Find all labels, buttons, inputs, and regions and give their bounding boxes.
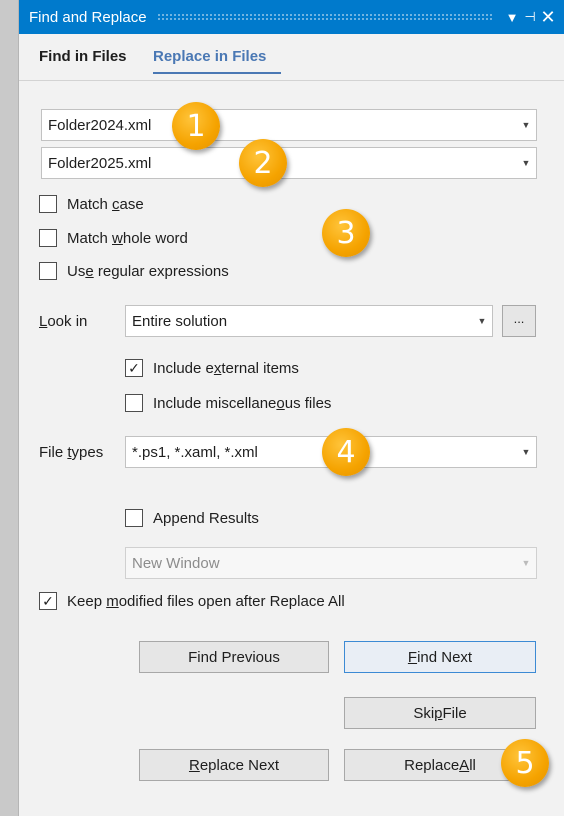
checkbox-box[interactable]	[125, 509, 143, 527]
replace-with-combo[interactable]: Folder2025.xml ▼	[41, 147, 537, 179]
look-in-value[interactable]: Entire solution	[126, 313, 472, 330]
file-types-value[interactable]: *.ps1, *.xaml, *.xml	[126, 444, 516, 461]
find-what-value[interactable]: Folder2024.xml	[42, 117, 516, 134]
include-external-items-label: Include external items	[153, 359, 299, 377]
chevron-down-icon[interactable]: ▼	[516, 120, 536, 130]
replace-next-button[interactable]: Replace Next	[139, 749, 329, 781]
checkbox-box[interactable]	[39, 195, 57, 213]
results-window-value: New Window	[132, 554, 220, 572]
callout-badge-1: 1	[172, 102, 220, 150]
match-whole-word-checkbox[interactable]: Match whole word	[39, 229, 188, 247]
chevron-down-icon: ▼	[521, 558, 531, 568]
use-regex-checkbox[interactable]: Use regular expressions	[39, 262, 229, 280]
pin-icon[interactable]: ⊣	[521, 9, 539, 25]
match-case-checkbox[interactable]: Match case	[39, 195, 144, 213]
title-bar[interactable]: Find and Replace ▼ ⊣ ✕	[19, 0, 564, 34]
checkbox-box[interactable]: ✓	[39, 592, 57, 610]
find-next-button[interactable]: Find Next	[344, 641, 536, 673]
include-external-items-checkbox[interactable]: ✓ Include external items	[125, 359, 299, 377]
close-icon[interactable]: ✕	[539, 7, 557, 28]
checkbox-box[interactable]: ✓	[125, 359, 143, 377]
results-window-combo: New Window ▼	[125, 547, 537, 579]
use-regex-label: Use regular expressions	[67, 262, 229, 280]
keep-modified-open-checkbox[interactable]: ✓ Keep modified files open after Replace…	[39, 592, 345, 610]
callout-badge-3: 3	[322, 209, 370, 257]
skip-file-button[interactable]: Ski p File	[344, 697, 536, 729]
chevron-down-icon[interactable]: ▼	[472, 316, 492, 326]
active-tab-indicator	[153, 72, 281, 74]
browse-button[interactable]: ...	[502, 305, 536, 337]
match-whole-word-label: Match whole word	[67, 229, 188, 247]
callout-badge-5: 5	[501, 739, 549, 787]
keep-modified-open-label: Keep modified files open after Replace A…	[67, 592, 345, 610]
append-results-checkbox[interactable]: Append Results	[125, 509, 259, 527]
checkbox-box[interactable]	[39, 262, 57, 280]
chevron-down-icon[interactable]: ▼	[516, 447, 536, 457]
tab-divider	[19, 80, 564, 81]
find-replace-panel: Find and Replace ▼ ⊣ ✕ Find in Files Rep…	[18, 0, 564, 816]
append-results-label: Append Results	[153, 509, 259, 527]
drag-grip[interactable]	[156, 13, 493, 21]
callout-badge-4: 4	[322, 428, 370, 476]
tab-replace-in-files[interactable]: Replace in Files	[153, 48, 266, 65]
window-title: Find and Replace	[29, 8, 147, 26]
include-misc-files-label: Include miscellaneous files	[153, 394, 332, 412]
match-case-label: Match case	[67, 195, 144, 213]
callout-badge-2: 2	[239, 139, 287, 187]
look-in-label: Look in	[39, 313, 88, 330]
file-types-label: File types	[39, 444, 104, 461]
window-menu-dropdown-icon[interactable]: ▼	[503, 10, 521, 25]
find-previous-button[interactable]: Find Previous	[139, 641, 329, 673]
checkbox-box[interactable]	[125, 394, 143, 412]
include-misc-files-checkbox[interactable]: Include miscellaneous files	[125, 394, 331, 412]
mode-tabs: Find in Files Replace in Files	[19, 34, 564, 82]
checkbox-box[interactable]	[39, 229, 57, 247]
find-what-combo[interactable]: Folder2024.xml ▼	[41, 109, 537, 141]
look-in-combo[interactable]: Entire solution ▼	[125, 305, 493, 337]
chevron-down-icon[interactable]: ▼	[516, 158, 536, 168]
tab-find-in-files[interactable]: Find in Files	[39, 48, 127, 65]
